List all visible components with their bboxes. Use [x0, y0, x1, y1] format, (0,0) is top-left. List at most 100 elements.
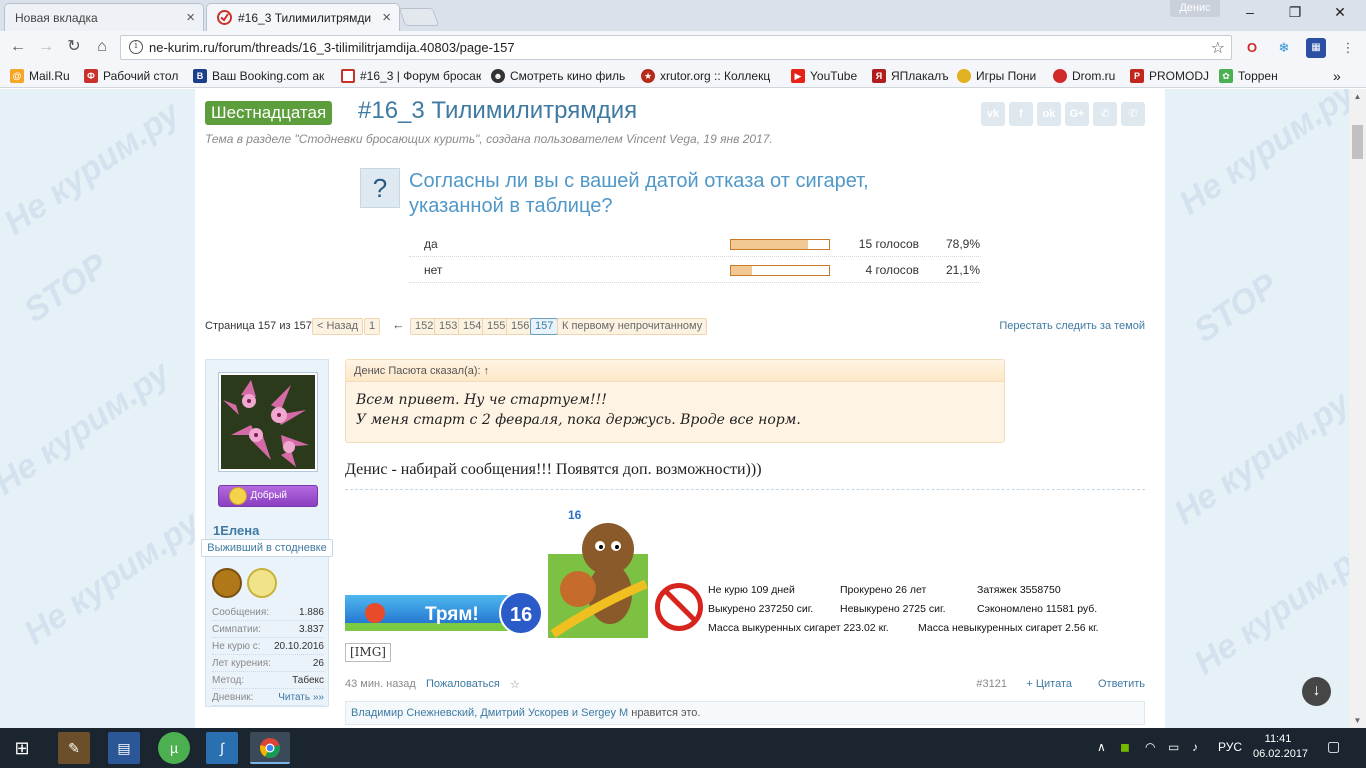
- reload-icon[interactable]: ↻: [64, 37, 84, 57]
- page-scrollbar[interactable]: ▲ ▼: [1349, 89, 1366, 728]
- scroll-up-icon[interactable]: ▲: [1352, 92, 1363, 101]
- message-meta: 43 мин. назад Пожаловаться ☆ #3121 + Цит…: [345, 678, 1145, 692]
- utorrent-icon[interactable]: µ: [158, 732, 190, 764]
- close-tab-icon[interactable]: ×: [382, 9, 391, 26]
- viber-share-icon[interactable]: ✆: [1093, 102, 1117, 126]
- facebook-share-icon[interactable]: f: [1009, 102, 1033, 126]
- user-stats: Сообщения: 1.886 Симпатии: 3.837 Не курю с…: [212, 604, 324, 706]
- bookmark-drom[interactable]: Drom.ru: [1053, 67, 1123, 84]
- post-number[interactable]: #3121: [976, 678, 1007, 690]
- likers-links[interactable]: Владимир Снежневский, Дмитрий Ускорев и …: [351, 707, 628, 719]
- windows-start-icon[interactable]: ⊞: [6, 732, 38, 764]
- address-bar[interactable]: i ne-kurim.ru/forum/threads/16_3-tilimil…: [120, 35, 1232, 60]
- language-indicator[interactable]: РУС: [1218, 740, 1242, 754]
- bookmark-pony-games[interactable]: Игры Пони: [957, 67, 1045, 84]
- tab-new-tab[interactable]: Новая вкладка ×: [4, 3, 204, 31]
- googleplus-share-icon[interactable]: G+: [1065, 102, 1089, 126]
- scroll-down-icon[interactable]: ↓: [1302, 677, 1331, 706]
- weather-extension-icon[interactable]: ❄: [1274, 38, 1294, 58]
- bookmark-youtube[interactable]: ▶ YouTube: [791, 67, 863, 84]
- trophy-award-icon[interactable]: [212, 568, 242, 598]
- share-buttons: vk f ok G+ ✆ ✆: [981, 102, 1145, 126]
- browser-toolbar: ← → ↻ ⌂ i ne-kurim.ru/forum/threads/16_3…: [0, 31, 1366, 63]
- bookmark-xrutor[interactable]: ★ xrutor.org :: Коллекц: [641, 67, 781, 84]
- notifications-icon[interactable]: ▢: [1327, 738, 1340, 755]
- tab-title: Новая вкладка: [15, 10, 98, 25]
- bookmark-movies[interactable]: ☻ Смотреть кино филь: [491, 67, 631, 84]
- bookmark-star-icon[interactable]: ☆: [1211, 38, 1225, 58]
- page-1-link[interactable]: 1: [364, 318, 381, 335]
- report-link[interactable]: Пожаловаться: [426, 678, 500, 690]
- odnoklassniki-share-icon[interactable]: ok: [1037, 102, 1061, 126]
- restore-icon[interactable]: ❐: [1275, 4, 1315, 24]
- tab-forum-thread[interactable]: #16_3 Тилимилитрямди ×: [206, 3, 400, 31]
- notes-app-icon[interactable]: ▤: [108, 732, 140, 764]
- more-bookmarks-icon[interactable]: »: [1333, 67, 1347, 84]
- battery-icon[interactable]: ▭: [1168, 740, 1179, 754]
- scroll-down-arrow-icon[interactable]: ▼: [1352, 716, 1363, 725]
- mood-label: Добрый: [250, 490, 287, 501]
- bookmark-mailru[interactable]: @ Mail.Ru: [10, 67, 80, 84]
- system-clock[interactable]: 11:41 06.02.2017: [1253, 732, 1308, 762]
- post-time[interactable]: 43 мин. назад: [345, 678, 416, 690]
- quote-header[interactable]: Денис Пасюта сказал(а): ↑: [346, 360, 1004, 382]
- bookmark-star-icon[interactable]: ☆: [510, 678, 520, 691]
- close-tab-icon[interactable]: ×: [186, 9, 195, 26]
- home-icon[interactable]: ⌂: [92, 37, 112, 57]
- bookmark-torrent[interactable]: ✿ Торрен: [1219, 67, 1285, 84]
- app-icon[interactable]: ∫: [206, 732, 238, 764]
- medal-award-icon[interactable]: [247, 568, 277, 598]
- wifi-icon[interactable]: ◠: [1145, 740, 1155, 754]
- bear-hedgehog-image: 16: [548, 508, 648, 638]
- page-157-current[interactable]: 157: [530, 318, 559, 335]
- extension-icon[interactable]: ▦: [1306, 38, 1326, 58]
- bookmark-forum[interactable]: #16_3 | Форум бросаю: [341, 67, 481, 84]
- back-icon[interactable]: ←: [8, 37, 28, 57]
- watermark: Не курим.ру: [1167, 383, 1349, 533]
- whatsapp-share-icon[interactable]: ✆: [1121, 102, 1145, 126]
- nvidia-icon[interactable]: ◼: [1120, 740, 1130, 754]
- windows-taskbar: ⊞ ✎ ▤ µ ∫ ∧ ◼ ◠ ▭ ♪ РУС 11:41 06.02.2017…: [0, 728, 1366, 768]
- tram-text: Трям!: [425, 604, 479, 625]
- avatar[interactable]: [218, 372, 318, 472]
- site-info-icon[interactable]: i: [129, 40, 143, 54]
- user-title: Выживший в стодневке: [201, 539, 333, 557]
- close-window-icon[interactable]: ✕: [1320, 4, 1360, 24]
- bookmark-promodj[interactable]: P PROMODJ: [1130, 67, 1210, 84]
- first-unread-button[interactable]: К первому непрочитанному: [557, 318, 708, 335]
- vk-share-icon[interactable]: vk: [981, 102, 1005, 126]
- prev-page-button[interactable]: < Назад: [312, 318, 363, 335]
- unwatch-thread-link[interactable]: Перестать следить за темой: [999, 320, 1145, 332]
- tray-chevron-icon[interactable]: ∧: [1097, 740, 1106, 754]
- app-icon[interactable]: ✎: [58, 732, 90, 764]
- username[interactable]: 1Елена: [213, 523, 259, 538]
- bookmark-booking[interactable]: B Ваш Booking.com ак: [193, 67, 331, 84]
- web-page: Не курим.ру STOP Не курим.ру Не курим.ру…: [0, 89, 1349, 728]
- bookmark-yaplakal[interactable]: Я ЯПлакалъ: [872, 67, 952, 84]
- stat-diary[interactable]: Дневник: Читать »»: [212, 689, 324, 706]
- thread-description: Тема в разделе "Стодневки бросающих кури…: [205, 132, 773, 146]
- watermark: Не курим.ру: [1172, 89, 1349, 223]
- message-text: Денис - набирай сообщения!!! Появятся до…: [345, 461, 762, 478]
- reply-button[interactable]: Ответить: [1098, 678, 1145, 690]
- menu-icon[interactable]: ⋮: [1338, 38, 1358, 58]
- poll-option-label: да: [424, 237, 438, 251]
- stat-likes: Симпатии: 3.837: [212, 621, 324, 638]
- new-tab-button[interactable]: [398, 8, 440, 26]
- volume-icon[interactable]: ♪: [1192, 740, 1198, 754]
- watermark: Не курим.ру: [0, 93, 187, 243]
- page-jump-arrow[interactable]: ←: [392, 317, 405, 332]
- thread-prefix[interactable]: Шестнадцатая: [205, 101, 333, 125]
- mood-badge[interactable]: Добрый: [218, 485, 318, 507]
- minimize-icon[interactable]: –: [1230, 4, 1270, 24]
- quote-button[interactable]: + Цитата: [1026, 678, 1072, 690]
- forward-icon[interactable]: →: [36, 37, 56, 57]
- scrollbar-thumb[interactable]: [1352, 125, 1363, 159]
- lily-flowers-image: [221, 375, 315, 469]
- opera-extension-icon[interactable]: O: [1242, 38, 1262, 58]
- profile-name[interactable]: Денис: [1170, 0, 1220, 17]
- chrome-icon[interactable]: [250, 732, 290, 764]
- poll-question: Согласны ли вы с вашей датой отказа от с…: [409, 170, 869, 217]
- stat-no-smoke-days: Не курю 109 дней: [708, 584, 795, 596]
- bookmark-desktop[interactable]: Ф Рабочий стол: [84, 67, 186, 84]
